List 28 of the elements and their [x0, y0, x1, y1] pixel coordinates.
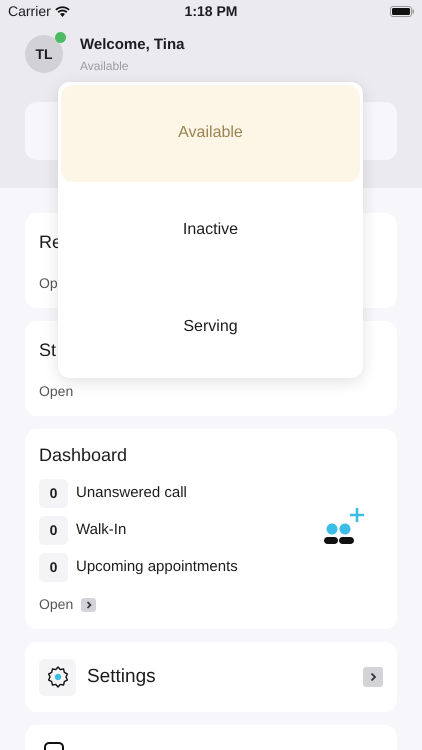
open-link[interactable]: Op [39, 273, 58, 294]
chevron-button[interactable] [363, 667, 383, 687]
count-badge: 0 [39, 516, 68, 545]
settings-label: Settings [87, 664, 157, 689]
people-add-icon [323, 506, 365, 546]
chevron-icon [86, 600, 92, 608]
open-link[interactable]: Open [39, 594, 74, 615]
card-title: St [39, 339, 56, 362]
wifi-icon [54, 6, 70, 16]
open-link[interactable]: Open [39, 381, 74, 402]
status-label: Available [80, 58, 130, 74]
chevron-icon [370, 672, 376, 682]
dashboard-title: Dashboard [39, 444, 128, 467]
settings-row[interactable]: Settings [25, 642, 397, 712]
battery-icon [390, 6, 414, 16]
avatar[interactable]: TL [25, 35, 63, 74]
stat-label: Unanswered call [76, 483, 187, 504]
status-option[interactable]: Inactive [61, 182, 360, 278]
welcome-title: Welcome, Tina [80, 35, 184, 55]
carrier-label: Carrier [8, 2, 51, 20]
count-badge: 0 [39, 553, 68, 582]
stat-label: Walk-In [76, 520, 126, 540]
count-badge: 0 [39, 479, 68, 508]
stat-label: Upcoming appointments [76, 557, 238, 578]
settings-icon [39, 658, 76, 696]
time-label: 1:18 PM [184, 2, 238, 20]
chevron-button[interactable] [81, 598, 96, 612]
status-option[interactable]: Serving [61, 278, 360, 376]
